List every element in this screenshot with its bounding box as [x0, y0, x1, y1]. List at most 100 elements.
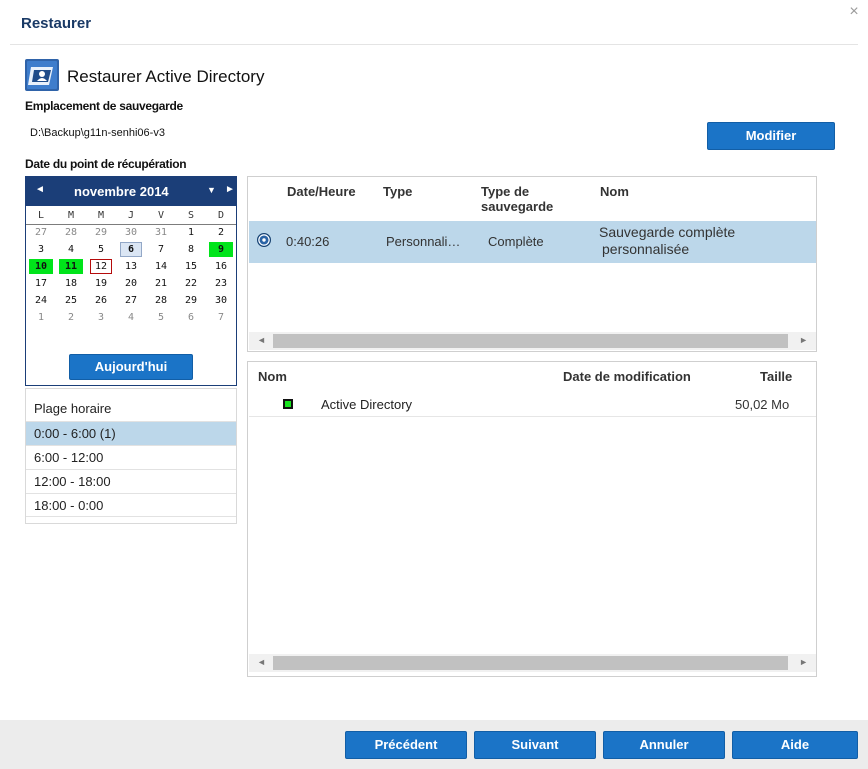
calendar-day[interactable]: 27	[26, 225, 56, 242]
time-range-item[interactable]: 18:00 - 0:00	[26, 493, 236, 517]
calendar-day-number: 3	[37, 244, 45, 255]
previous-month-icon[interactable]: ◄	[35, 184, 45, 195]
calendar-day[interactable]: 16	[206, 259, 236, 276]
calendar-day[interactable]: 23	[206, 276, 236, 293]
calendar-day-number: 10	[29, 259, 53, 274]
calendar-day[interactable]: 2	[206, 225, 236, 242]
previous-button[interactable]: Précédent	[345, 731, 467, 759]
calendar-day[interactable]: 22	[176, 276, 206, 293]
calendar-day[interactable]: 13	[116, 259, 146, 276]
table-row[interactable]: Active Directory 50,02 Mo	[249, 391, 816, 417]
calendar-day[interactable]: 1	[26, 310, 56, 327]
calendar-day-number: 3	[97, 312, 105, 323]
table-row[interactable]: 0:40:26 Personnali… Complète Sauvegarde …	[249, 221, 816, 263]
calendar-day-number: 8	[187, 244, 195, 255]
help-button[interactable]: Aide	[732, 731, 858, 759]
calendar-day[interactable]: 18	[56, 276, 86, 293]
calendar-day-number: 1	[37, 312, 45, 323]
title-divider	[10, 44, 858, 45]
time-range-list: 0:00 - 6:00 (1) 6:00 - 12:00 12:00 - 18:…	[26, 421, 236, 517]
calendar-day[interactable]: 12	[86, 259, 116, 276]
calendar-day[interactable]: 5	[146, 310, 176, 327]
calendar-day[interactable]: 3	[86, 310, 116, 327]
today-button[interactable]: Aujourd'hui	[69, 354, 193, 380]
recovery-point-icon	[257, 233, 271, 247]
close-icon[interactable]: ×	[846, 4, 862, 20]
title-bar: Restaurer ×	[0, 0, 868, 44]
scroll-left-icon[interactable]: ◄	[257, 335, 266, 345]
cancel-button[interactable]: Annuler	[603, 731, 725, 759]
weekday-label: D	[217, 210, 225, 221]
page-title: Restaurer Active Directory	[67, 67, 265, 86]
calendar-day[interactable]: 28	[146, 293, 176, 310]
calendar-month[interactable]: novembre 2014	[74, 184, 169, 199]
horizontal-scrollbar[interactable]: ◄ ►	[249, 332, 816, 350]
calendar-day[interactable]: 28	[56, 225, 86, 242]
column-backup-type[interactable]: Type de	[481, 184, 529, 199]
calendar-day-number: 7	[217, 312, 225, 323]
calendar-grid: LMMJVSD 27 28 29 30 31 1 2 3 4 5 6 7 8 9 10 11 12 13 14 15 1…	[26, 208, 236, 327]
calendar-day-number: 30	[124, 227, 138, 238]
calendar-day[interactable]: 8	[176, 242, 206, 259]
calendar-day[interactable]: 15	[176, 259, 206, 276]
calendar-day[interactable]: 25	[56, 293, 86, 310]
calendar-day-number: 16	[214, 261, 228, 272]
time-range-item[interactable]: 6:00 - 12:00	[26, 445, 236, 469]
calendar-day[interactable]: 3	[26, 242, 56, 259]
calendar-day[interactable]: 7	[146, 242, 176, 259]
calendar-day[interactable]: 4	[116, 310, 146, 327]
modify-button[interactable]: Modifier	[707, 122, 835, 150]
column-type[interactable]: Type	[383, 184, 412, 199]
month-dropdown-icon[interactable]: ▼	[207, 185, 216, 195]
calendar-day[interactable]: 21	[146, 276, 176, 293]
calendar-day[interactable]: 27	[116, 293, 146, 310]
next-button[interactable]: Suivant	[474, 731, 596, 759]
calendar-day[interactable]: 17	[26, 276, 56, 293]
scroll-left-icon[interactable]: ◄	[257, 657, 266, 667]
weekday-label: J	[127, 210, 135, 221]
calendar-day[interactable]: 31	[146, 225, 176, 242]
scrollbar-thumb[interactable]	[273, 334, 788, 348]
calendar-day[interactable]: 7	[206, 310, 236, 327]
calendar-day[interactable]: 2	[56, 310, 86, 327]
calendar-day-number: 2	[217, 227, 225, 238]
calendar-day[interactable]: 20	[116, 276, 146, 293]
scrollbar-thumb[interactable]	[273, 656, 788, 670]
calendar-day[interactable]: 30	[116, 225, 146, 242]
calendar-week: 27 28 29 30 31 1 2	[26, 225, 236, 242]
calendar-day[interactable]: 4	[56, 242, 86, 259]
next-month-icon[interactable]: ►	[225, 184, 235, 195]
calendar-day-number: 5	[157, 312, 165, 323]
recovery-point-label: Date du point de récupération	[25, 157, 187, 171]
calendar-day[interactable]: 5	[86, 242, 116, 259]
calendar-day[interactable]: 9	[206, 242, 236, 259]
calendar-day[interactable]: 1	[176, 225, 206, 242]
calendar-day[interactable]: 29	[176, 293, 206, 310]
scroll-right-icon[interactable]: ►	[799, 657, 808, 667]
column-modified-date[interactable]: Date de modification	[563, 369, 691, 384]
calendar-week: 17 18 19 20 21 22 23	[26, 276, 236, 293]
column-size[interactable]: Taille	[760, 369, 792, 384]
calendar-day[interactable]: 10	[26, 259, 56, 276]
column-file-name[interactable]: Nom	[258, 369, 287, 384]
active-directory-checkbox-icon[interactable]	[283, 399, 293, 409]
column-name[interactable]: Nom	[600, 184, 629, 199]
calendar-day[interactable]: 26	[86, 293, 116, 310]
calendar-day[interactable]: 6	[176, 310, 206, 327]
scroll-right-icon[interactable]: ►	[799, 335, 808, 345]
column-datetime[interactable]: Date/Heure	[287, 184, 356, 199]
calendar-day[interactable]: 6	[116, 242, 146, 259]
calendar-day-number: 31	[154, 227, 168, 238]
calendar-day[interactable]: 19	[86, 276, 116, 293]
calendar-divider	[26, 224, 236, 225]
row-time: 0:40:26	[286, 234, 330, 249]
calendar-day[interactable]: 24	[26, 293, 56, 310]
horizontal-scrollbar[interactable]: ◄ ►	[249, 654, 816, 672]
calendar-day-number: 30	[214, 295, 228, 306]
calendar-day[interactable]: 29	[86, 225, 116, 242]
calendar-day[interactable]: 30	[206, 293, 236, 310]
time-range-item[interactable]: 0:00 - 6:00 (1)	[26, 421, 236, 445]
time-range-item[interactable]: 12:00 - 18:00	[26, 469, 236, 493]
calendar-day[interactable]: 14	[146, 259, 176, 276]
calendar-day[interactable]: 11	[56, 259, 86, 276]
